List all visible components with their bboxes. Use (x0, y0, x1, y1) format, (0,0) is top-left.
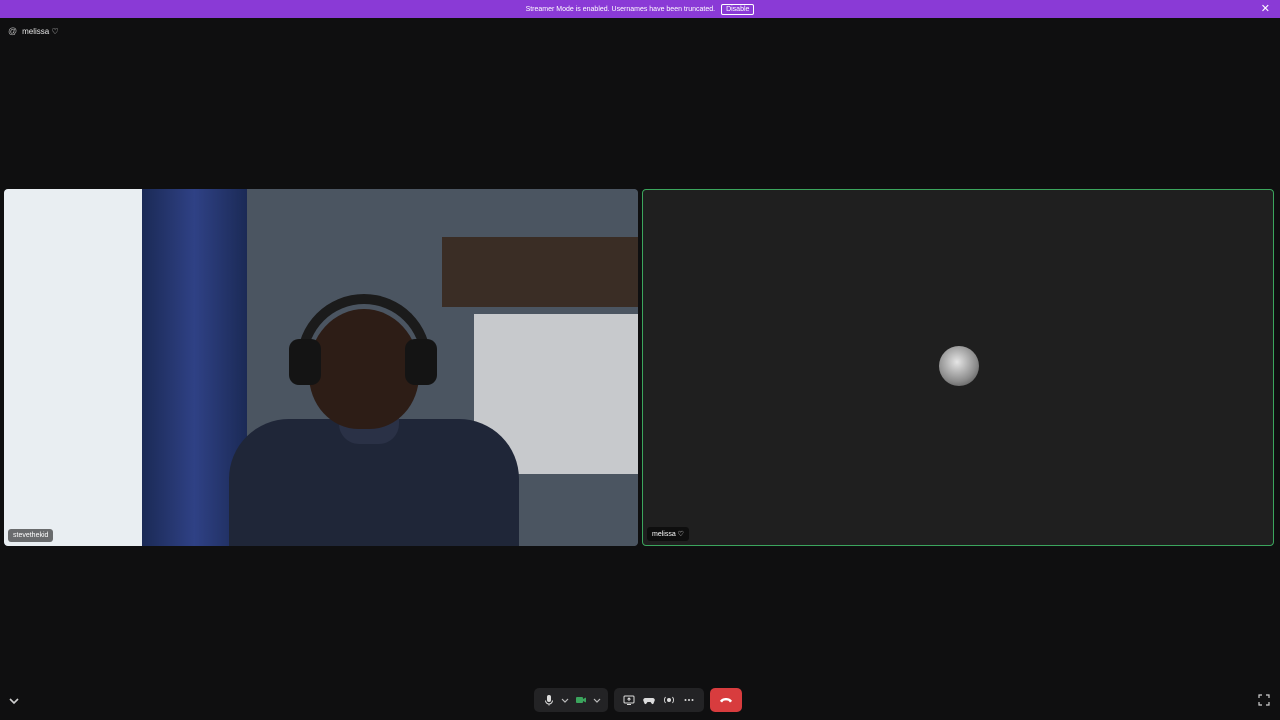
avatar (939, 346, 979, 386)
video-tile-melissa[interactable]: melissa ♡ (642, 189, 1274, 546)
camera-feed-person (219, 294, 519, 546)
disable-streamer-mode-button[interactable]: Disable (721, 3, 755, 15)
video-camera-icon[interactable] (572, 691, 590, 709)
fullscreen-icon[interactable] (1258, 693, 1270, 706)
participant-name-tag: stevethekid (8, 529, 54, 542)
end-call-icon (720, 698, 732, 703)
end-call-button[interactable] (710, 688, 742, 712)
at-icon: @ (8, 26, 18, 36)
video-tile-stevethekid[interactable]: stevethekid (4, 189, 638, 546)
mic-options-chevron-icon[interactable] (560, 691, 570, 709)
close-banner-icon[interactable]: ✕ (1261, 2, 1270, 15)
call-controls-toolbar (534, 688, 742, 712)
more-icon[interactable] (680, 691, 698, 709)
mic-camera-group (534, 688, 608, 712)
soundboard-icon[interactable] (660, 691, 678, 709)
screen-share-icon[interactable] (620, 691, 638, 709)
streamer-mode-banner: Streamer Mode is enabled. Usernames have… (0, 0, 1280, 18)
banner-message: Streamer Mode is enabled. Usernames have… (525, 5, 716, 13)
microphone-icon[interactable] (540, 691, 558, 709)
participant-name-tag: melissa ♡ (647, 527, 689, 541)
game-controller-icon[interactable] (640, 691, 658, 709)
chevron-down-icon[interactable] (8, 694, 20, 706)
activities-group (614, 688, 704, 712)
camera-feed-window (4, 189, 164, 546)
camera-options-chevron-icon[interactable] (592, 691, 602, 709)
channel-title: melissa ♡ (22, 26, 59, 36)
call-header: @ melissa ♡ (8, 24, 59, 38)
